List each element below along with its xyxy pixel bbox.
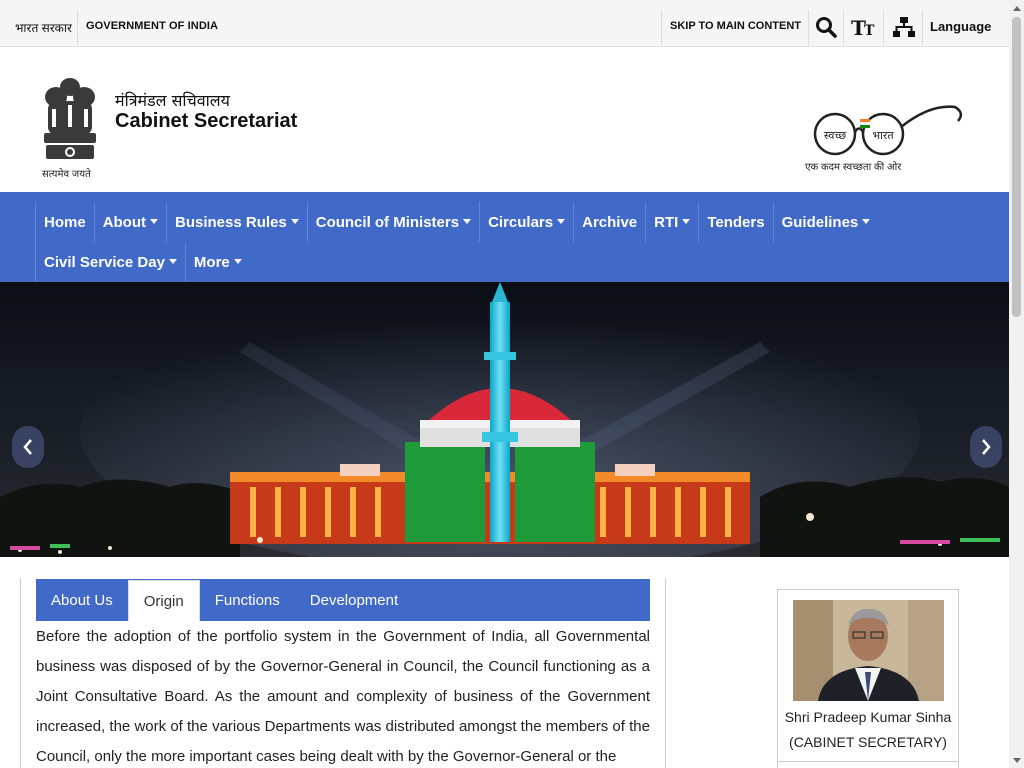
site-header: सत्यमेव जयते मंत्रिमंडल सचिवालय Cabinet … — [0, 47, 1009, 192]
bharat-word: भारत — [872, 129, 894, 142]
caret-down-icon — [168, 258, 177, 264]
hero-carousel — [0, 282, 1009, 557]
svg-text:T: T — [864, 23, 875, 38]
cabinet-secretary-role: (CABINET SECRETARY) — [789, 734, 947, 750]
swachh-word: स्वच्छ — [824, 129, 846, 142]
nav-item-circulars[interactable]: Circulars — [479, 202, 573, 242]
tab-about-us[interactable]: About Us — [36, 579, 128, 621]
nav-item-about[interactable]: About — [93, 202, 166, 242]
government-english-label[interactable]: GOVERNMENT OF INDIA — [86, 20, 218, 32]
carousel-next-button[interactable] — [970, 426, 1002, 468]
origin-paragraph: Before the adoption of the portfolio sys… — [36, 628, 650, 765]
chevron-right-icon — [982, 439, 991, 455]
scroll-down-icon[interactable] — [1009, 753, 1024, 768]
tab-development[interactable]: Development — [295, 579, 413, 621]
divider — [77, 10, 78, 46]
divider — [843, 10, 844, 46]
divider — [778, 761, 958, 762]
nav-item-home[interactable]: Home — [35, 202, 94, 242]
government-hindi-label[interactable]: भारत सरकार — [15, 19, 72, 36]
nav-item-label: About — [102, 213, 147, 231]
tab-functions[interactable]: Functions — [200, 579, 295, 621]
caret-down-icon — [557, 218, 566, 224]
scrollbar-thumb[interactable] — [1012, 17, 1021, 317]
emblem-motto: सत्यमेव जयते — [42, 169, 91, 180]
nav-item-business-rules[interactable]: Business Rules — [166, 202, 307, 242]
divider — [883, 10, 884, 46]
site-title-english[interactable]: Cabinet Secretariat — [115, 110, 297, 133]
language-selector[interactable]: Language — [930, 19, 991, 34]
skip-to-main-content-link[interactable]: SKIP TO MAIN CONTENT — [670, 20, 801, 32]
nav-item-label: RTI — [654, 213, 679, 231]
national-emblem-logo[interactable] — [38, 75, 102, 165]
nav-item-label: Civil Service Day — [44, 253, 165, 271]
nav-item-label: Archive — [582, 213, 638, 231]
nav-row-secondary: Civil Service Day More — [35, 242, 250, 282]
text-size-icon[interactable]: TT — [851, 14, 877, 40]
nav-item-label: Council of Ministers — [315, 213, 460, 231]
caret-down-icon — [233, 258, 242, 264]
nav-row-primary: Home About Business Rules Council of Minist… — [35, 202, 878, 242]
site-title-hindi[interactable]: मंत्रिमंडल सचिवालय — [115, 89, 230, 111]
divider — [808, 10, 809, 46]
nav-item-label: Home — [44, 213, 86, 231]
top-utility-bar: भारत सरकार GOVERNMENT OF INDIA SKIP TO M… — [0, 0, 1009, 47]
nav-item-archive[interactable]: Archive — [573, 202, 645, 242]
nav-item-guidelines[interactable]: Guidelines — [772, 202, 879, 242]
nav-item-label: Tenders — [707, 213, 765, 231]
divider — [661, 10, 662, 46]
cabinet-secretary-name: Shri Pradeep Kumar Sinha — [784, 709, 952, 725]
cabinet-secretary-card: Shri Pradeep Kumar Sinha (CABINET SECRET… — [777, 589, 959, 768]
rashtrapati-bhavan-night-image — [0, 282, 1009, 557]
carousel-prev-button[interactable] — [12, 426, 44, 468]
caret-down-icon — [290, 218, 299, 224]
nav-item-label: Business Rules — [175, 213, 287, 231]
cabinet-secretary-photo — [793, 600, 944, 701]
caret-down-icon — [150, 218, 159, 224]
nav-item-more[interactable]: More — [184, 242, 250, 282]
info-tabs: About Us Origin Functions Development — [36, 579, 650, 621]
sitemap-icon[interactable] — [891, 14, 917, 40]
nav-item-civil-service-day[interactable]: Civil Service Day — [35, 242, 185, 282]
nav-item-label: Circulars — [488, 213, 554, 231]
divider — [922, 10, 923, 46]
swachh-tagline: एक कदम स्वच्छता की ओर — [805, 162, 902, 173]
caret-down-icon — [862, 218, 871, 224]
chevron-left-icon — [23, 439, 32, 455]
nav-item-label: More — [193, 253, 230, 271]
nav-item-council-of-ministers[interactable]: Council of Ministers — [306, 202, 479, 242]
page-scrollbar[interactable] — [1009, 0, 1024, 768]
nav-item-rti[interactable]: RTI — [645, 202, 698, 242]
caret-down-icon — [682, 218, 691, 224]
tab-origin[interactable]: Origin — [127, 580, 200, 621]
scroll-up-icon[interactable] — [1009, 0, 1024, 15]
search-icon[interactable] — [813, 14, 839, 40]
main-navigation: Home About Business Rules Council of Minist… — [0, 192, 1009, 282]
caret-down-icon — [463, 218, 472, 224]
nav-item-label: Guidelines — [781, 213, 859, 231]
nav-item-tenders[interactable]: Tenders — [698, 202, 772, 242]
